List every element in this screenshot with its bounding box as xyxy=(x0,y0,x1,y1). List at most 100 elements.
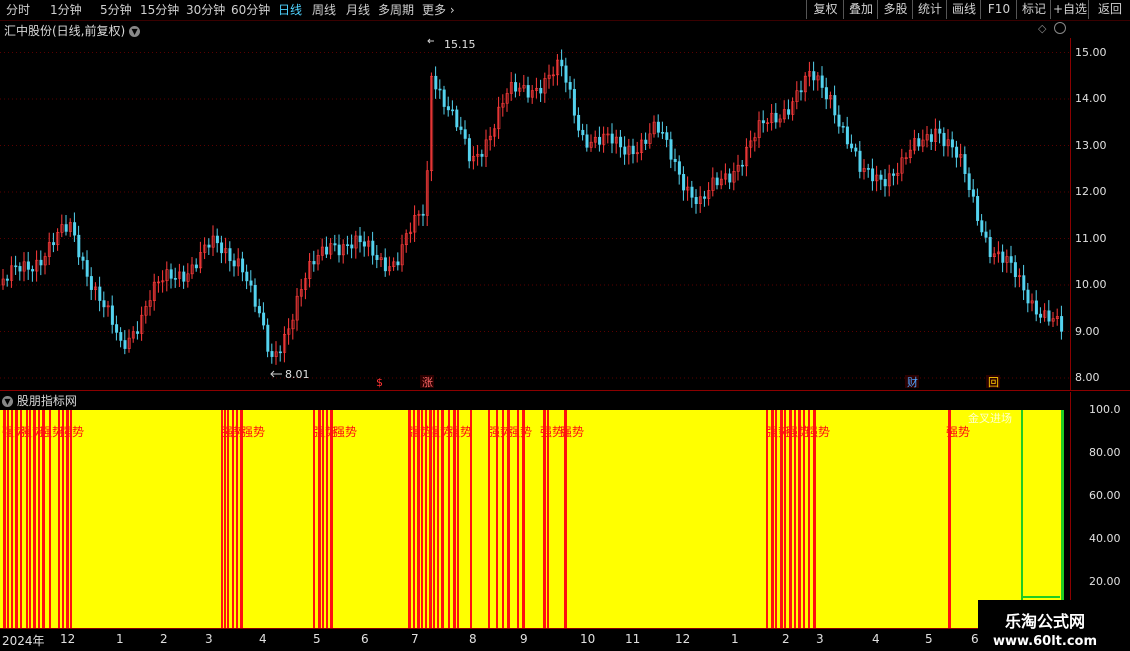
period-tab-5min[interactable]: 5分钟 xyxy=(100,1,132,19)
mark-button[interactable]: 标记 xyxy=(1016,0,1051,19)
candlestick xyxy=(682,166,686,201)
period-tab-monthly[interactable]: 月线 xyxy=(346,1,370,19)
candlestick xyxy=(371,231,375,265)
indicator-tick-label: 40.00 xyxy=(1089,532,1121,545)
candlestick xyxy=(896,162,900,185)
candlestick xyxy=(459,116,463,135)
chevron-down-icon[interactable]: ▼ xyxy=(2,396,13,407)
multi-stock-button[interactable]: 多股 xyxy=(877,0,913,19)
candlestick xyxy=(816,72,820,91)
candlestick xyxy=(341,239,345,264)
candlestick xyxy=(136,321,140,340)
adjust-button[interactable]: 复权 xyxy=(806,0,844,19)
candlestick xyxy=(669,131,673,169)
date-label: 4 xyxy=(872,632,880,646)
signal-bar xyxy=(429,410,432,628)
candlestick xyxy=(715,172,719,190)
candlestick xyxy=(488,127,492,151)
signal-bar xyxy=(543,410,546,628)
candlestick xyxy=(551,66,555,86)
candlestick xyxy=(602,126,606,153)
strong-label: 强势 xyxy=(448,425,472,439)
main-chart-title[interactable]: 汇中股份(日线,前复权) ▼ xyxy=(4,22,141,39)
stats-button[interactable]: 统计 xyxy=(912,0,947,19)
back-button[interactable]: 返回 xyxy=(1088,0,1130,19)
f10-button[interactable]: F10 xyxy=(980,0,1017,19)
signal-bar xyxy=(766,410,768,628)
period-tab-minute[interactable]: 分时 xyxy=(6,1,30,19)
signal-bar xyxy=(517,410,519,628)
chevron-down-icon[interactable]: ▼ xyxy=(129,26,141,37)
candlestick xyxy=(614,129,618,154)
candlestick xyxy=(77,225,81,265)
candlestick xyxy=(585,124,589,152)
candlestick xyxy=(631,138,635,164)
event-marker[interactable]: $ xyxy=(374,375,388,389)
candlestick xyxy=(236,248,240,276)
candlestick xyxy=(362,231,366,257)
period-tab-multi[interactable]: 多周期 xyxy=(378,1,414,19)
signal-bar xyxy=(11,410,13,628)
candlestick xyxy=(812,61,816,91)
period-tab-1min[interactable]: 1分钟 xyxy=(50,1,82,19)
candlestick xyxy=(119,327,123,348)
candlestick xyxy=(1030,293,1034,312)
signal-bar xyxy=(7,410,9,628)
signal-bar xyxy=(421,410,423,628)
period-tab-60min[interactable]: 60分钟 xyxy=(231,1,270,19)
candlestick xyxy=(320,238,324,261)
signal-bar xyxy=(322,410,324,628)
candlestick xyxy=(736,154,740,181)
indicator-chart[interactable]: 强势强势强势强势 强势强势 强势强势 强势强势强势 强势强势 强势强势 强势强势强势 强势金叉… xyxy=(0,410,1070,628)
period-tab-15min[interactable]: 15分钟 xyxy=(140,1,179,19)
candlestick xyxy=(60,214,64,238)
candlestick xyxy=(778,114,782,128)
candlestick xyxy=(308,253,312,288)
candlestick xyxy=(388,256,392,276)
candlestick xyxy=(514,73,518,98)
diamond-icon[interactable]: ◇ xyxy=(1038,22,1046,35)
event-marker[interactable]: 回 xyxy=(986,375,1000,389)
draw-line-button[interactable]: 画线 xyxy=(946,0,981,19)
candlestick xyxy=(161,270,165,293)
candlestick xyxy=(728,168,732,190)
watermark-title: 乐淘公式网 xyxy=(1004,612,1085,631)
event-marker[interactable]: 财 xyxy=(905,375,919,389)
period-tab-weekly[interactable]: 周线 xyxy=(312,1,336,19)
candlestick xyxy=(98,276,102,312)
candlestick xyxy=(1005,249,1009,273)
circle-icon[interactable] xyxy=(1054,22,1066,34)
signal-bar xyxy=(330,410,333,628)
add-watchlist-button[interactable]: +自选 xyxy=(1050,0,1089,19)
candlestick xyxy=(539,79,543,103)
period-tab-more[interactable]: 更多 › xyxy=(422,1,455,19)
candlestick xyxy=(283,326,287,363)
candlestick xyxy=(627,138,631,165)
candlestick xyxy=(808,61,812,87)
candlestick xyxy=(467,134,471,169)
candlestick xyxy=(497,96,501,139)
signal-bar xyxy=(318,410,321,628)
period-tab-daily[interactable]: 日线 xyxy=(278,1,302,19)
signal-bar xyxy=(813,410,816,628)
candlestick xyxy=(656,114,660,138)
candlestick xyxy=(934,118,938,151)
overlay-button[interactable]: 叠加 xyxy=(843,0,878,19)
indicator-title[interactable]: ▼ 股朋指标网 xyxy=(2,392,77,409)
candlestick xyxy=(123,330,127,355)
candlestick xyxy=(245,264,249,290)
date-label: 2 xyxy=(160,632,168,646)
candlestick xyxy=(635,141,639,163)
signal-bar xyxy=(522,410,525,628)
date-label: 9 xyxy=(520,632,528,646)
event-marker[interactable]: 涨 xyxy=(420,375,434,389)
candlestick-chart[interactable]: 15.15 8.01 $ 涨 财 回 xyxy=(0,38,1070,390)
date-label: 3 xyxy=(816,632,824,646)
period-tab-30min[interactable]: 30分钟 xyxy=(186,1,225,19)
candlestick xyxy=(232,253,236,277)
candlestick xyxy=(220,235,224,264)
candlestick xyxy=(560,49,564,77)
candlestick xyxy=(127,329,131,353)
candlestick xyxy=(43,252,47,275)
candlestick xyxy=(81,252,85,270)
